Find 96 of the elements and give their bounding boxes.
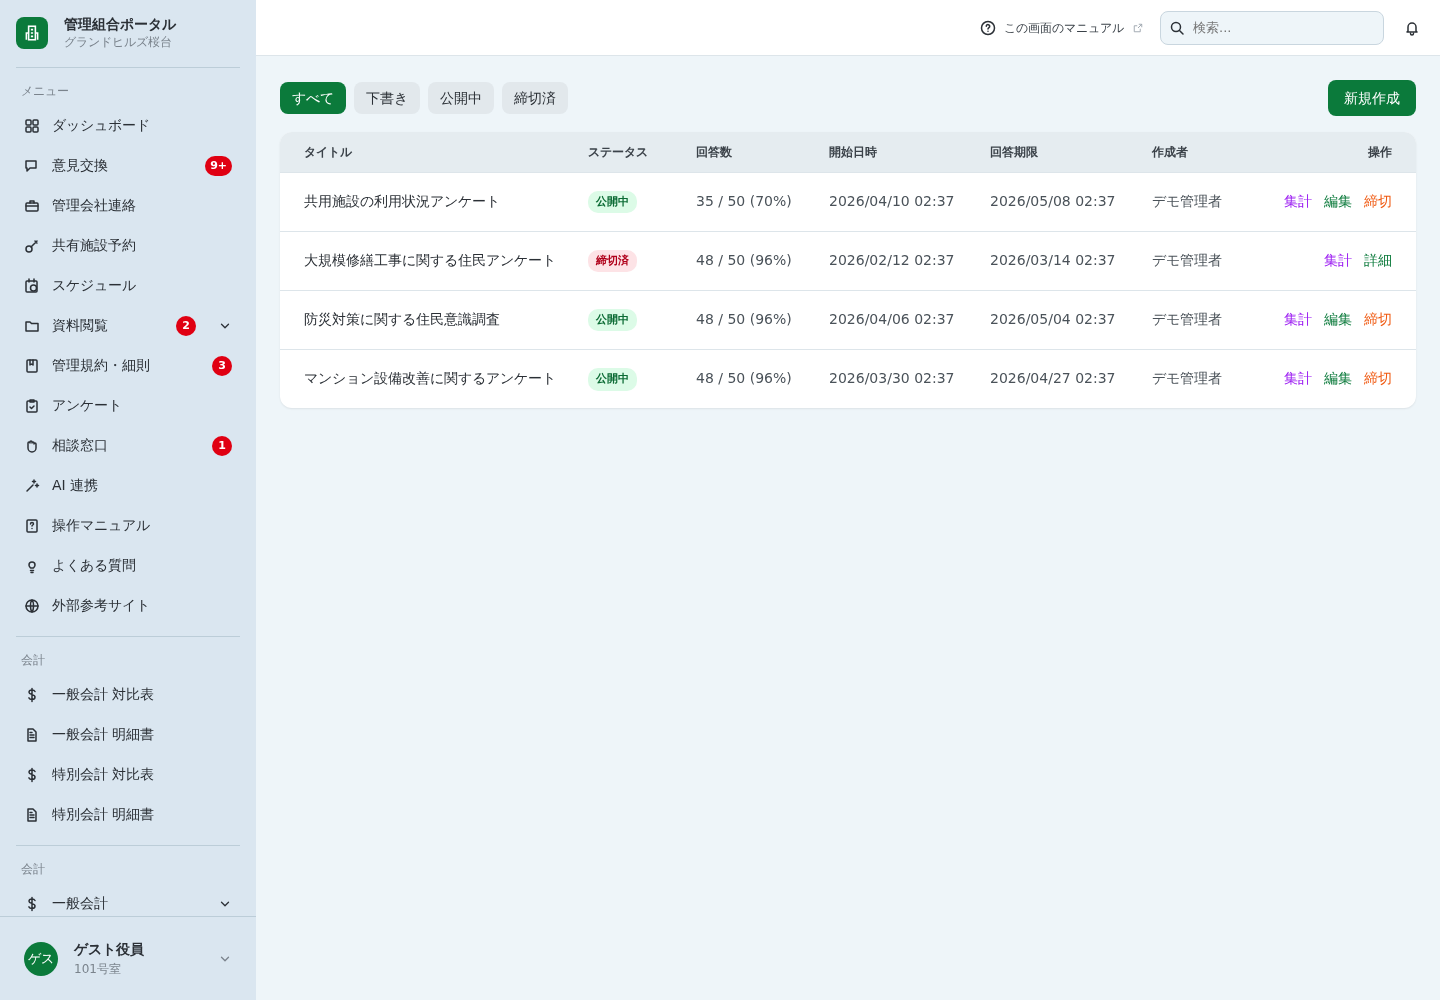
calendar-clock-icon (24, 277, 40, 294)
document-icon (24, 726, 40, 743)
sidebar-item[interactable]: AI 連携 (16, 465, 240, 506)
table-cell: デモ管理者 (1144, 349, 1254, 408)
filter-tab[interactable]: 下書き (354, 82, 420, 114)
globe-icon (24, 597, 40, 614)
sidebar-item[interactable]: スケジュール (16, 265, 240, 306)
create-button[interactable]: 新規作成 (1328, 80, 1416, 116)
chat-bubble-icon (24, 157, 40, 174)
column-header: 作成者 (1144, 132, 1254, 172)
section-heading: 会計 (20, 651, 46, 669)
action-link[interactable]: 締切 (1364, 370, 1392, 387)
sidebar-item[interactable]: 外部参考サイト (16, 585, 240, 626)
room-number: 101号室 (74, 961, 122, 978)
section-heading: 会計 (20, 860, 46, 878)
filter-tab[interactable]: 締切済 (502, 82, 568, 114)
table-cell: 2026/02/12 02:37 (821, 231, 982, 290)
action-link[interactable]: 編集 (1324, 370, 1352, 387)
sidebar-item[interactable]: 相談窓口 1 (16, 425, 240, 466)
count-badge: 3 (212, 355, 232, 376)
sidebar-item[interactable]: よくある質問 (16, 545, 240, 586)
building-icon (23, 24, 41, 43)
column-header: 開始日時 (821, 132, 982, 172)
clipboard-check-icon (24, 397, 40, 414)
action-link[interactable]: 集計 (1284, 193, 1312, 209)
count-badge: 1 (212, 435, 232, 456)
help-icon (980, 19, 996, 36)
table-cell: 防災対策に関する住民意識調査 (280, 290, 580, 349)
briefcase-icon (24, 197, 40, 214)
bell-icon (1404, 20, 1420, 36)
table-cell: デモ管理者 (1144, 172, 1254, 231)
grid-icon (24, 117, 40, 134)
portal-title: 管理組合ポータル (64, 16, 176, 33)
sidebar-item[interactable]: 特別会計 明細書 (16, 794, 240, 835)
action-link[interactable]: 締切 (1364, 193, 1392, 209)
count-badge: 9+ (205, 155, 232, 176)
action-link[interactable]: 締切 (1364, 311, 1392, 327)
table-cell: 2026/03/14 02:37 (982, 231, 1144, 290)
sidebar-item[interactable]: 意見交換 9+ (16, 145, 240, 186)
sidebar-item[interactable]: 管理会社連絡 (16, 185, 240, 226)
table-cell: 48 / 50 (96%) (688, 231, 821, 290)
action-link[interactable]: 集計 (1324, 252, 1352, 268)
table-cell: 2026/03/30 02:37 (821, 349, 982, 408)
property-name: グランドヒルズ桜台 (64, 33, 173, 51)
table-cell: 2026/04/27 02:37 (982, 349, 1144, 408)
status-tag: 公開中 (588, 308, 637, 332)
sidebar-item[interactable]: 操作マニュアル (16, 505, 240, 546)
manual-link[interactable]: この画面のマニュアル (980, 18, 1144, 37)
external-link-icon (1132, 21, 1144, 34)
sidebar-item[interactable]: 共有施設予約 (16, 225, 240, 266)
table-cell: 35 / 50 (70%) (688, 172, 821, 231)
table-cell: 48 / 50 (96%) (688, 349, 821, 408)
table-cell: 2026/05/04 02:37 (982, 290, 1144, 349)
status-tag: 締切済 (588, 249, 637, 273)
sidebar-item[interactable]: アンケート (16, 385, 240, 426)
column-header: 回答数 (688, 132, 821, 172)
table-cell: 大規模修繕工事に関する住民アンケート (280, 231, 580, 290)
count-badge: 2 (176, 315, 196, 336)
column-header: タイトル (280, 132, 580, 172)
action-link[interactable]: 編集 (1324, 311, 1352, 327)
table-cell: 共用施設の利用状況アンケート (280, 172, 580, 231)
table-cell: デモ管理者 (1144, 231, 1254, 290)
sidebar-item[interactable]: ダッシュボード (16, 105, 240, 146)
filter-tab[interactable]: 公開中 (428, 82, 494, 114)
column-header: 操作 (1254, 132, 1416, 172)
action-link[interactable]: 編集 (1324, 193, 1352, 209)
action-link[interactable]: 詳細 (1364, 252, 1392, 268)
search-icon (1169, 19, 1185, 36)
user-avatar: ゲス (24, 941, 58, 976)
action-link[interactable]: 集計 (1284, 311, 1312, 327)
table-cell: 2026/04/06 02:37 (821, 290, 982, 349)
column-header: ステータス (580, 132, 688, 172)
sidebar-item[interactable]: 一般会計 (16, 883, 240, 916)
status-tag: 公開中 (588, 190, 637, 214)
search-field[interactable]: 検索... (1160, 10, 1384, 45)
table-cell: デモ管理者 (1144, 290, 1254, 349)
table-cell: マンション設備改善に関するアンケート (280, 349, 580, 408)
sidebar-item[interactable]: 特別会計 対比表 (16, 754, 240, 795)
table-cell: 2026/05/08 02:37 (982, 172, 1144, 231)
table-cell: 2026/04/10 02:37 (821, 172, 982, 231)
filter-tab[interactable]: すべて (280, 82, 346, 114)
action-link[interactable]: 集計 (1284, 370, 1312, 387)
status-tag: 公開中 (588, 368, 637, 391)
sparkle-icon (24, 477, 40, 494)
document-icon (24, 806, 40, 823)
section-heading: メニュー (20, 82, 70, 100)
sidebar-item[interactable]: 一般会計 対比表 (16, 674, 240, 715)
sidebar-item[interactable]: 管理規約・細則 3 (16, 345, 240, 386)
sidebar-item[interactable]: 一般会計 明細書 (16, 714, 240, 755)
book-icon (24, 357, 40, 374)
sidebar-item[interactable]: 資料閲覧 2 (16, 305, 240, 346)
column-header: 回答期限 (982, 132, 1144, 172)
table-cell: 48 / 50 (96%) (688, 290, 821, 349)
key-icon (24, 237, 40, 254)
user-name: ゲスト役員 (74, 940, 145, 959)
help-book-icon (24, 517, 40, 534)
